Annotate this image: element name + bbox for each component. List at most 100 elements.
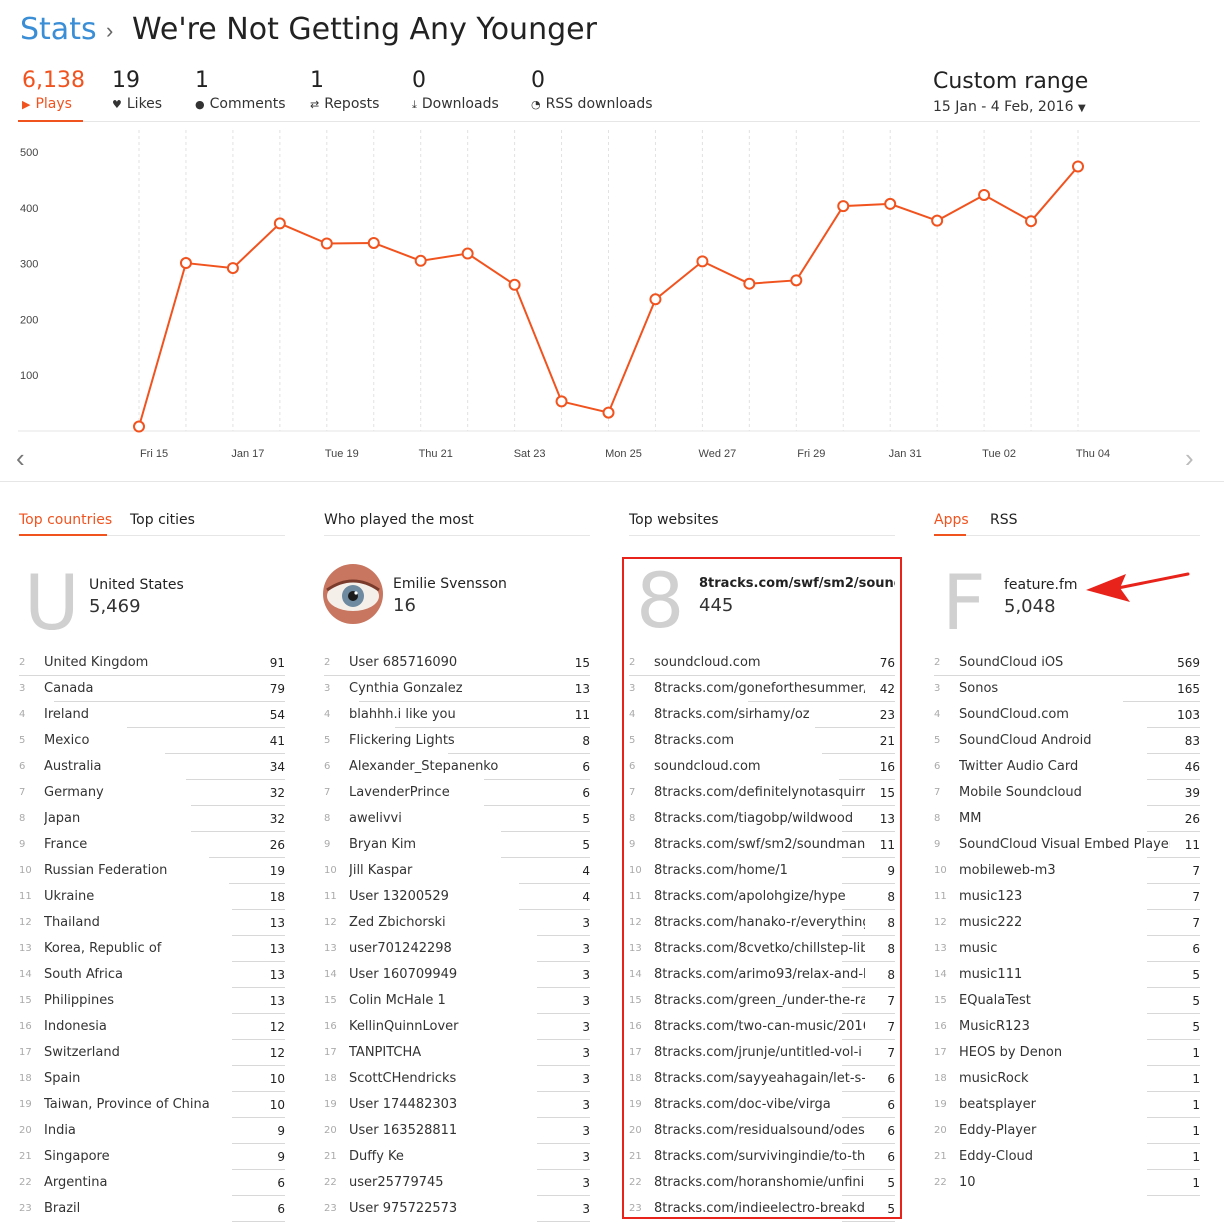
list-item[interactable]: 22 Argentina 6 <box>19 1170 285 1196</box>
list-item-name[interactable]: music <box>959 936 1170 962</box>
list-item[interactable]: 4 SoundCloud.com 103 <box>934 702 1200 728</box>
list-item-name[interactable]: France <box>44 832 255 858</box>
list-item-name[interactable]: Argentina <box>44 1170 255 1196</box>
list-item-name[interactable]: Korea, Republic of <box>44 936 255 962</box>
list-item[interactable]: 4 blahhh.i like you 11 <box>324 702 590 728</box>
list-item-name[interactable]: mobileweb-m3 <box>959 858 1170 884</box>
list-item[interactable]: 2 User 685716090 15 <box>324 650 590 676</box>
list-item[interactable]: 11 music123 7 <box>934 884 1200 910</box>
date-range-dropdown[interactable]: 15 Jan - 4 Feb, 2016 ▼ <box>933 99 1086 115</box>
list-item[interactable]: 12 music222 7 <box>934 910 1200 936</box>
list-item-name[interactable]: SoundCloud Visual Embed Player <box>959 832 1170 858</box>
stat-plays-tab[interactable]: 6,138 ▶ Plays <box>22 68 85 112</box>
list-item[interactable]: 8 Japan 32 <box>19 806 285 832</box>
list-item-name[interactable]: United Kingdom <box>44 650 255 676</box>
list-item-name[interactable]: user701242298 <box>349 936 560 962</box>
list-item[interactable]: 5 Flickering Lights 8 <box>324 728 590 754</box>
list-item[interactable]: 10 mobileweb-m3 7 <box>934 858 1200 884</box>
tab-apps[interactable]: Apps <box>934 512 969 528</box>
list-item-name[interactable]: MM <box>959 806 1170 832</box>
list-item[interactable]: 9 Bryan Kim 5 <box>324 832 590 858</box>
top-app-name[interactable]: feature.fm <box>1004 577 1078 593</box>
list-item[interactable]: 4 Ireland 54 <box>19 702 285 728</box>
list-item[interactable]: 7 LavenderPrince 6 <box>324 780 590 806</box>
list-item-name[interactable]: user25779745 <box>349 1170 560 1196</box>
list-item-name[interactable]: KellinQuinnLover <box>349 1014 560 1040</box>
list-item-name[interactable]: SoundCloud Android <box>959 728 1170 754</box>
list-item-name[interactable]: Sonos <box>959 676 1170 702</box>
list-item[interactable]: 18 ScottCHendricks 3 <box>324 1066 590 1092</box>
list-item[interactable]: 7 Mobile Soundcloud 39 <box>934 780 1200 806</box>
list-item-name[interactable]: Canada <box>44 676 255 702</box>
list-item-name[interactable]: Spain <box>44 1066 255 1092</box>
list-item[interactable]: 15 Philippines 13 <box>19 988 285 1014</box>
list-item[interactable]: 19 beatsplayer 1 <box>934 1092 1200 1118</box>
list-item-name[interactable]: User 13200529 <box>349 884 560 910</box>
list-item-name[interactable]: User 160709949 <box>349 962 560 988</box>
list-item-name[interactable]: Japan <box>44 806 255 832</box>
list-item-name[interactable]: Germany <box>44 780 255 806</box>
list-item[interactable]: 13 user701242298 3 <box>324 936 590 962</box>
list-item-name[interactable]: TANPITCHA <box>349 1040 560 1066</box>
list-item-name[interactable]: MusicR123 <box>959 1014 1170 1040</box>
stat-reposts-tab[interactable]: 1 ⇄ Reposts <box>310 68 379 112</box>
tab-top-countries[interactable]: Top countries <box>19 512 112 528</box>
list-item-name[interactable]: 10 <box>959 1170 1170 1196</box>
list-item-name[interactable]: awelivvi <box>349 806 560 832</box>
list-item-name[interactable]: beatsplayer <box>959 1092 1170 1118</box>
list-item-name[interactable]: Twitter Audio Card <box>959 754 1170 780</box>
list-item[interactable]: 15 Colin McHale 1 3 <box>324 988 590 1014</box>
list-item[interactable]: 12 Thailand 13 <box>19 910 285 936</box>
list-item-name[interactable]: Taiwan, Province of China <box>44 1092 255 1118</box>
list-item-name[interactable]: Mexico <box>44 728 255 754</box>
list-item-name[interactable]: music222 <box>959 910 1170 936</box>
list-item-name[interactable]: Australia <box>44 754 255 780</box>
top-country-name[interactable]: United States <box>89 577 184 593</box>
tab-rss[interactable]: RSS <box>990 512 1018 528</box>
list-item-name[interactable]: SoundCloud.com <box>959 702 1170 728</box>
list-item-name[interactable]: LavenderPrince <box>349 780 560 806</box>
list-item[interactable]: 23 User 975722573 3 <box>324 1196 590 1222</box>
list-item[interactable]: 14 music111 5 <box>934 962 1200 988</box>
list-item-name[interactable]: Russian Federation <box>44 858 255 884</box>
list-item[interactable]: 11 User 13200529 4 <box>324 884 590 910</box>
list-item[interactable]: 15 EQualaTest 5 <box>934 988 1200 1014</box>
list-item-name[interactable]: musicRock <box>959 1066 1170 1092</box>
list-item[interactable]: 7 Germany 32 <box>19 780 285 806</box>
list-item[interactable]: 6 Twitter Audio Card 46 <box>934 754 1200 780</box>
list-item-name[interactable]: Ukraine <box>44 884 255 910</box>
list-item[interactable]: 17 HEOS by Denon 1 <box>934 1040 1200 1066</box>
list-item[interactable]: 13 music 6 <box>934 936 1200 962</box>
list-item[interactable]: 2 SoundCloud iOS 569 <box>934 650 1200 676</box>
list-item[interactable]: 13 Korea, Republic of 13 <box>19 936 285 962</box>
breadcrumb-stats-link[interactable]: Stats <box>20 12 97 47</box>
list-item[interactable]: 6 Alexander_Stepanenko 6 <box>324 754 590 780</box>
list-item-name[interactable]: Brazil <box>44 1196 255 1222</box>
list-item[interactable]: 18 Spain 10 <box>19 1066 285 1092</box>
stat-comments-tab[interactable]: 1 ● Comments <box>195 68 286 112</box>
list-item[interactable]: 14 South Africa 13 <box>19 962 285 988</box>
list-item[interactable]: 6 Australia 34 <box>19 754 285 780</box>
list-item[interactable]: 17 TANPITCHA 3 <box>324 1040 590 1066</box>
list-item-name[interactable]: South Africa <box>44 962 255 988</box>
list-item[interactable]: 19 User 174482303 3 <box>324 1092 590 1118</box>
list-item[interactable]: 19 Taiwan, Province of China 10 <box>19 1092 285 1118</box>
list-item-name[interactable]: Bryan Kim <box>349 832 560 858</box>
list-item-name[interactable]: ScottCHendricks <box>349 1066 560 1092</box>
list-item[interactable]: 20 India 9 <box>19 1118 285 1144</box>
list-item-name[interactable]: Thailand <box>44 910 255 936</box>
list-item-name[interactable]: India <box>44 1118 255 1144</box>
stat-downloads-tab[interactable]: 0 ⤓ Downloads <box>412 68 499 112</box>
list-item[interactable]: 5 SoundCloud Android 83 <box>934 728 1200 754</box>
list-item-name[interactable]: Alexander_Stepanenko <box>349 754 560 780</box>
list-item[interactable]: 18 musicRock 1 <box>934 1066 1200 1092</box>
list-item[interactable]: 9 France 26 <box>19 832 285 858</box>
stat-rss-tab[interactable]: 0 ◔ RSS downloads <box>531 68 653 112</box>
list-item-name[interactable]: Switzerland <box>44 1040 255 1066</box>
top-listener-name[interactable]: Emilie Svensson <box>393 576 507 592</box>
list-item[interactable]: 21 Singapore 9 <box>19 1144 285 1170</box>
list-item[interactable]: 11 Ukraine 18 <box>19 884 285 910</box>
list-item-name[interactable]: User 174482303 <box>349 1092 560 1118</box>
list-item-name[interactable]: Singapore <box>44 1144 255 1170</box>
list-item-name[interactable]: User 685716090 <box>349 650 560 676</box>
